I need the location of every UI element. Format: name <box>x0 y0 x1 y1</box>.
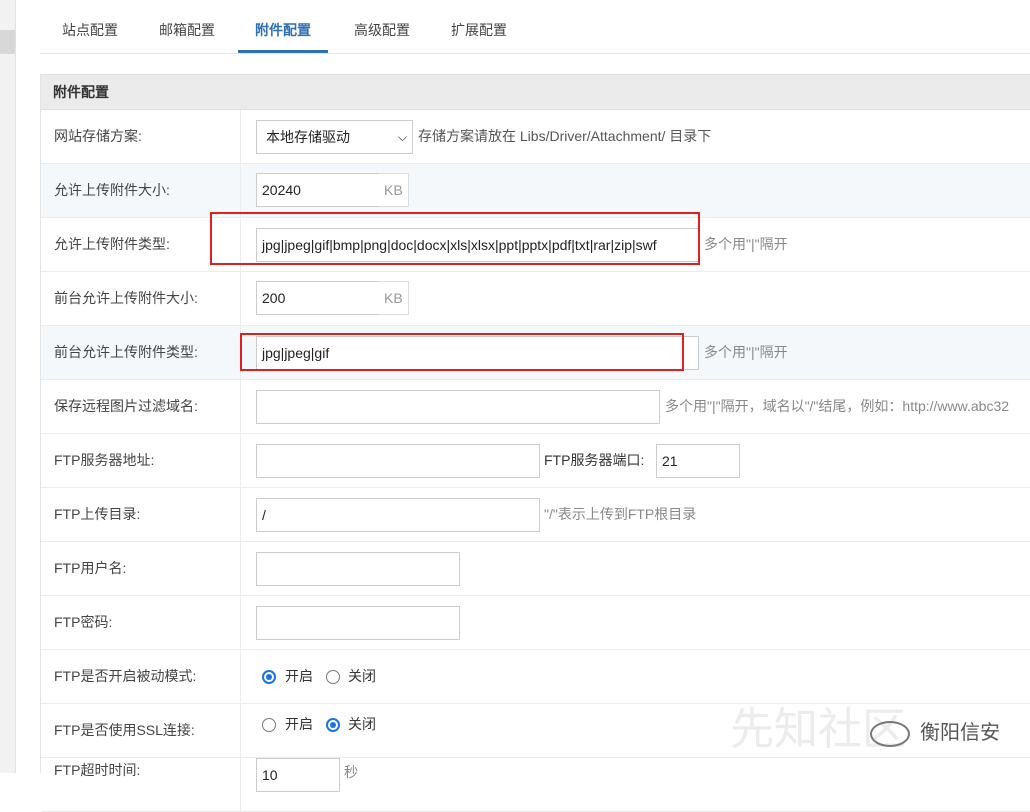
remote-filter-input[interactable] <box>256 390 660 424</box>
upload-size-input[interactable]: 20240 <box>256 173 380 207</box>
front-size-unit: KB <box>379 281 409 315</box>
ftp-passive-on-label: 开启 <box>285 668 313 684</box>
ftp-port-label: FTP服务器端口: <box>544 452 645 468</box>
upload-size-label: 允许上传附件大小: <box>41 164 241 217</box>
storage-selected: 本地存储驱动 <box>266 129 350 145</box>
wechat-icon <box>870 720 910 747</box>
tab-advanced-config[interactable]: 高级配置 <box>352 0 412 52</box>
tab-label: 附件配置 <box>255 22 311 38</box>
ftp-host-label: FTP服务器地址: <box>41 434 241 487</box>
front-size-input[interactable]: 200 <box>256 281 380 315</box>
sidebar-marker <box>0 30 15 54</box>
row-storage: 网站存储方案: 本地存储驱动 ⌵ 存储方案请放在 Libs/Driver/Atta… <box>41 110 1030 164</box>
upload-types-hint: 多个用"|"隔开 <box>704 236 788 252</box>
ftp-dir-hint: "/"表示上传到FTP根目录 <box>544 506 697 522</box>
row-upload-size: 允许上传附件大小: 20240 KB <box>41 164 1030 218</box>
row-remote-filter: 保存远程图片过滤域名: 多个用"|"隔开，域名以"/"结尾，例如：http://… <box>41 380 1030 434</box>
ftp-timeout-unit: 秒 <box>344 764 358 780</box>
row-ftp-user: FTP用户名: <box>41 542 1030 596</box>
ftp-dir-label: FTP上传目录: <box>41 488 241 541</box>
front-types-hint: 多个用"|"隔开 <box>704 344 788 360</box>
panel-title: 附件配置 <box>41 75 1030 110</box>
ftp-passive-label: FTP是否开启被动模式: <box>41 650 241 703</box>
row-front-size: 前台允许上传附件大小: 200 KB <box>41 272 1030 326</box>
tab-label: 扩展配置 <box>451 22 507 38</box>
ftp-user-label: FTP用户名: <box>41 542 241 595</box>
storage-select[interactable]: 本地存储驱动 ⌵ <box>256 120 413 154</box>
storage-label: 网站存储方案: <box>41 110 241 163</box>
ftp-passive-off-radio[interactable] <box>326 670 340 684</box>
ftp-host-input[interactable] <box>256 444 540 478</box>
row-ftp-dir: FTP上传目录: / "/"表示上传到FTP根目录 <box>41 488 1030 542</box>
ftp-user-input[interactable] <box>256 552 460 586</box>
tab-label: 邮箱配置 <box>159 22 215 38</box>
ftp-passive-off-label: 关闭 <box>348 668 376 684</box>
ftp-ssl-off-label: 关闭 <box>348 716 376 732</box>
ftp-ssl-on-radio[interactable] <box>262 718 276 732</box>
ftp-timeout-input[interactable]: 10 <box>256 758 340 792</box>
remote-filter-hint: 多个用"|"隔开，域名以"/"结尾，例如：http://www.abc32 <box>665 398 1010 414</box>
row-ftp-timeout: FTP超时时间: 10 秒 <box>41 758 1030 812</box>
ftp-dir-input[interactable]: / <box>256 498 540 532</box>
ftp-ssl-off-radio[interactable] <box>326 718 340 732</box>
ftp-port-input[interactable]: 21 <box>656 444 740 478</box>
ftp-pass-label: FTP密码: <box>41 596 241 649</box>
tab-mail-config[interactable]: 邮箱配置 <box>157 0 217 52</box>
attachment-config-panel: 附件配置 网站存储方案: 本地存储驱动 ⌵ 存储方案请放在 Libs/Driver… <box>40 74 1030 812</box>
row-ftp-host: FTP服务器地址: FTP服务器端口: 21 <box>41 434 1030 488</box>
remote-filter-label: 保存远程图片过滤域名: <box>41 380 241 433</box>
active-tab-underline <box>238 50 328 53</box>
tab-attachment-config[interactable]: 附件配置 <box>238 0 328 53</box>
row-ftp-pass: FTP密码: <box>41 596 1030 650</box>
row-ftp-passive: FTP是否开启被动模式: 开启 关闭 <box>41 650 1030 704</box>
highlight-box-upload-types <box>210 212 700 265</box>
tab-bar: 站点配置 邮箱配置 附件配置 高级配置 扩展配置 <box>40 0 1030 54</box>
ftp-passive-on-radio[interactable] <box>262 670 276 684</box>
watermark: 衡阳信安 <box>870 718 1000 748</box>
ftp-pass-input[interactable] <box>256 606 460 640</box>
ftp-ssl-label: FTP是否使用SSL连接: <box>41 704 241 757</box>
tab-label: 高级配置 <box>354 22 410 38</box>
tab-extension-config[interactable]: 扩展配置 <box>449 0 509 52</box>
left-sidebar <box>0 0 16 773</box>
ftp-ssl-on-label: 开启 <box>285 716 313 732</box>
highlight-box-front-types <box>240 333 684 371</box>
front-types-label: 前台允许上传附件类型: <box>41 326 241 379</box>
chevron-down-icon: ⌵ <box>397 130 407 144</box>
tab-label: 站点配置 <box>62 22 118 38</box>
front-size-label: 前台允许上传附件大小: <box>41 272 241 325</box>
storage-hint: 存储方案请放在 Libs/Driver/Attachment/ 目录下 <box>418 128 712 144</box>
tab-site-config[interactable]: 站点配置 <box>60 0 120 52</box>
watermark-text: 衡阳信安 <box>920 722 1000 744</box>
ftp-timeout-label: FTP超时时间: <box>41 758 241 811</box>
upload-size-unit: KB <box>379 173 409 207</box>
